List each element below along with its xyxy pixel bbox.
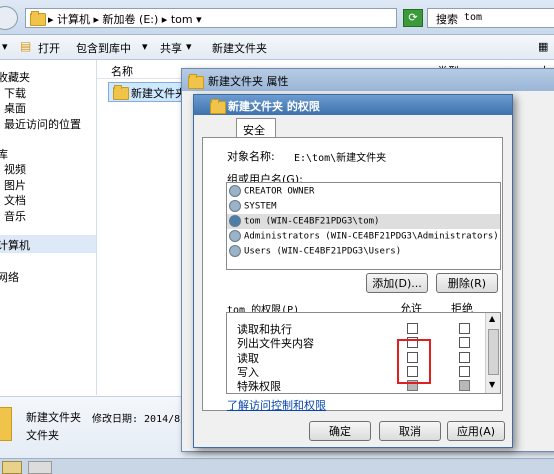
users-icon bbox=[229, 200, 241, 212]
search-input[interactable]: 搜索 tom bbox=[427, 8, 554, 28]
breadcrumb-drive[interactable]: 新加卷 (E:) bbox=[103, 13, 159, 26]
explorer-address-bar: ▸ 计算机 ▸ 新加卷 (E:) ▸ tom ▾ ⟳ 搜索 tom bbox=[0, 0, 554, 35]
nav-music[interactable]: 音乐 bbox=[4, 208, 26, 224]
toolbar-organize-caret[interactable]: ▾ bbox=[2, 40, 8, 53]
access-control-link[interactable]: 了解访问控制和权限 bbox=[227, 397, 326, 413]
properties-title: 新建文件夹 属性 bbox=[208, 75, 289, 88]
apply-button[interactable]: 应用(A) bbox=[447, 421, 505, 441]
folder-icon bbox=[113, 85, 129, 100]
folder-icon bbox=[210, 99, 226, 114]
tab-security-label: 安全 bbox=[243, 124, 265, 137]
users-icon bbox=[229, 185, 241, 197]
users-icon bbox=[229, 230, 241, 242]
perm-special: 特殊权限 bbox=[237, 380, 281, 393]
user-row[interactable]: Users (WIN-CE4BF21PDG3\Users) bbox=[229, 245, 401, 257]
user-row-selected[interactable]: tom (WIN-CE4BF21PDG3\tom) bbox=[227, 214, 500, 229]
permissions-dialog: 新建文件夹 的权限 安全 对象名称: E:\tom\新建文件夹 组或用户名(G)… bbox=[193, 94, 513, 448]
nav-libraries[interactable]: 库 bbox=[0, 146, 8, 162]
details-date: 修改日期: 2014/8/1 bbox=[92, 414, 193, 425]
user-name: SYSTEM bbox=[244, 201, 277, 212]
file-row-selected[interactable]: 新建文件夹 bbox=[108, 82, 190, 102]
remove-button[interactable]: 删除(R) bbox=[436, 273, 498, 293]
toolbar-open[interactable]: 打开 bbox=[38, 40, 60, 56]
scroll-up-icon[interactable]: ▲ bbox=[489, 314, 495, 323]
scroll-thumb[interactable] bbox=[488, 329, 499, 375]
details-name: 新建文件夹 bbox=[26, 411, 81, 424]
folder-large-icon bbox=[0, 407, 12, 441]
refresh-button[interactable]: ⟳ bbox=[403, 9, 423, 27]
view-icon[interactable]: ▦ bbox=[538, 40, 548, 53]
address-field[interactable]: ▸ 计算机 ▸ 新加卷 (E:) ▸ tom ▾ bbox=[25, 8, 397, 28]
address-path: ▸ 计算机 ▸ 新加卷 (E:) ▸ tom ▾ bbox=[48, 13, 202, 26]
users-icon bbox=[229, 245, 241, 257]
scroll-down-icon[interactable]: ▼ bbox=[489, 380, 495, 389]
perm-list-folder: 列出文件夹内容 bbox=[237, 337, 314, 350]
user-name: CREATOR OWNER bbox=[244, 186, 315, 197]
deny-checkbox[interactable] bbox=[459, 337, 470, 348]
highlight-box bbox=[397, 339, 431, 384]
nav-desktop[interactable]: 桌面 bbox=[4, 100, 26, 116]
back-button[interactable] bbox=[0, 6, 18, 30]
toolbar-new-folder[interactable]: 新建文件夹 bbox=[212, 40, 267, 56]
nav-network[interactable]: 网络 bbox=[0, 269, 19, 285]
search-label: 搜索 bbox=[436, 13, 458, 26]
permissions-title: 新建文件夹 的权限 bbox=[228, 100, 320, 113]
deny-checkbox[interactable] bbox=[459, 366, 470, 377]
deny-checkbox bbox=[459, 380, 470, 391]
search-value: tom bbox=[464, 12, 483, 23]
nav-downloads[interactable]: 下载 bbox=[4, 85, 26, 101]
toolbar-include-library[interactable]: 包含到库中 bbox=[76, 40, 131, 56]
user-row[interactable]: SYSTEM bbox=[229, 200, 277, 212]
breadcrumb-computer[interactable]: 计算机 bbox=[57, 13, 90, 26]
permissions-titlebar: 新建文件夹 的权限 bbox=[194, 95, 512, 115]
tab-security[interactable]: 安全 bbox=[236, 118, 276, 138]
taskbar-app-icon[interactable] bbox=[28, 461, 52, 474]
add-button[interactable]: 添加(D)... bbox=[366, 273, 428, 293]
breadcrumb-tom[interactable]: tom bbox=[171, 13, 193, 26]
permissions-scrollbar[interactable]: ▲ ▼ bbox=[485, 313, 500, 393]
user-name: tom (WIN-CE4BF21PDG3\tom) bbox=[244, 216, 380, 227]
user-row[interactable]: CREATOR OWNER bbox=[229, 185, 314, 197]
user-row[interactable]: Administrators (WIN-CE4BF21PDG3\Administ… bbox=[229, 230, 499, 242]
nav-computer-selected[interactable]: 计算机 bbox=[0, 235, 96, 253]
taskbar-folder-icon[interactable] bbox=[2, 461, 22, 474]
details-type: 文件夹 bbox=[26, 429, 59, 442]
taskbar bbox=[0, 458, 554, 474]
folder-icon bbox=[30, 11, 46, 26]
cancel-button[interactable]: 取消 bbox=[379, 421, 441, 441]
explorer-toolbar: ▾ ▤ 打开 包含到库中 ▾ 共享 ▾ 新建文件夹 ▦ bbox=[0, 35, 554, 60]
toolbar-share[interactable]: 共享 bbox=[160, 40, 182, 56]
folder-icon bbox=[188, 74, 204, 89]
nav-documents[interactable]: 文档 bbox=[4, 192, 26, 208]
user-name: Administrators (WIN-CE4BF21PDG3\Administ… bbox=[244, 231, 499, 242]
ok-button[interactable]: 确定 bbox=[309, 421, 371, 441]
users-list[interactable]: CREATOR OWNER SYSTEM tom (WIN-CE4BF21PDG… bbox=[226, 182, 501, 270]
nav-pictures[interactable]: 图片 bbox=[4, 177, 26, 193]
deny-checkbox[interactable] bbox=[459, 323, 470, 334]
user-icon bbox=[229, 215, 241, 227]
nav-computer: 计算机 bbox=[0, 239, 30, 252]
chevron-down-icon: ▾ bbox=[142, 40, 148, 53]
open-icon: ▤ bbox=[20, 39, 32, 53]
col-name[interactable]: 名称 bbox=[111, 63, 133, 79]
user-name: Users (WIN-CE4BF21PDG3\Users) bbox=[244, 246, 402, 257]
nav-pane: 收藏夹 下载 桌面 最近访问的位置 库 视频 图片 文档 音乐 计算机 网络 bbox=[0, 60, 97, 395]
nav-recent[interactable]: 最近访问的位置 bbox=[4, 116, 81, 132]
nav-videos[interactable]: 视频 bbox=[4, 161, 26, 177]
file-name: 新建文件夹 bbox=[131, 87, 186, 100]
deny-checkbox[interactable] bbox=[459, 352, 470, 363]
allow-checkbox[interactable] bbox=[407, 323, 418, 334]
properties-titlebar: 新建文件夹 属性 bbox=[182, 69, 554, 91]
nav-favorites[interactable]: 收藏夹 bbox=[0, 69, 30, 85]
object-name-label: 对象名称: bbox=[227, 150, 275, 163]
permissions-list[interactable]: 读取和执行 列出文件夹内容 读取 写入 特殊权限 ▲ ▼ bbox=[226, 312, 501, 394]
object-name-value: E:\tom\新建文件夹 bbox=[294, 153, 387, 164]
chevron-down-icon: ▾ bbox=[186, 40, 192, 53]
